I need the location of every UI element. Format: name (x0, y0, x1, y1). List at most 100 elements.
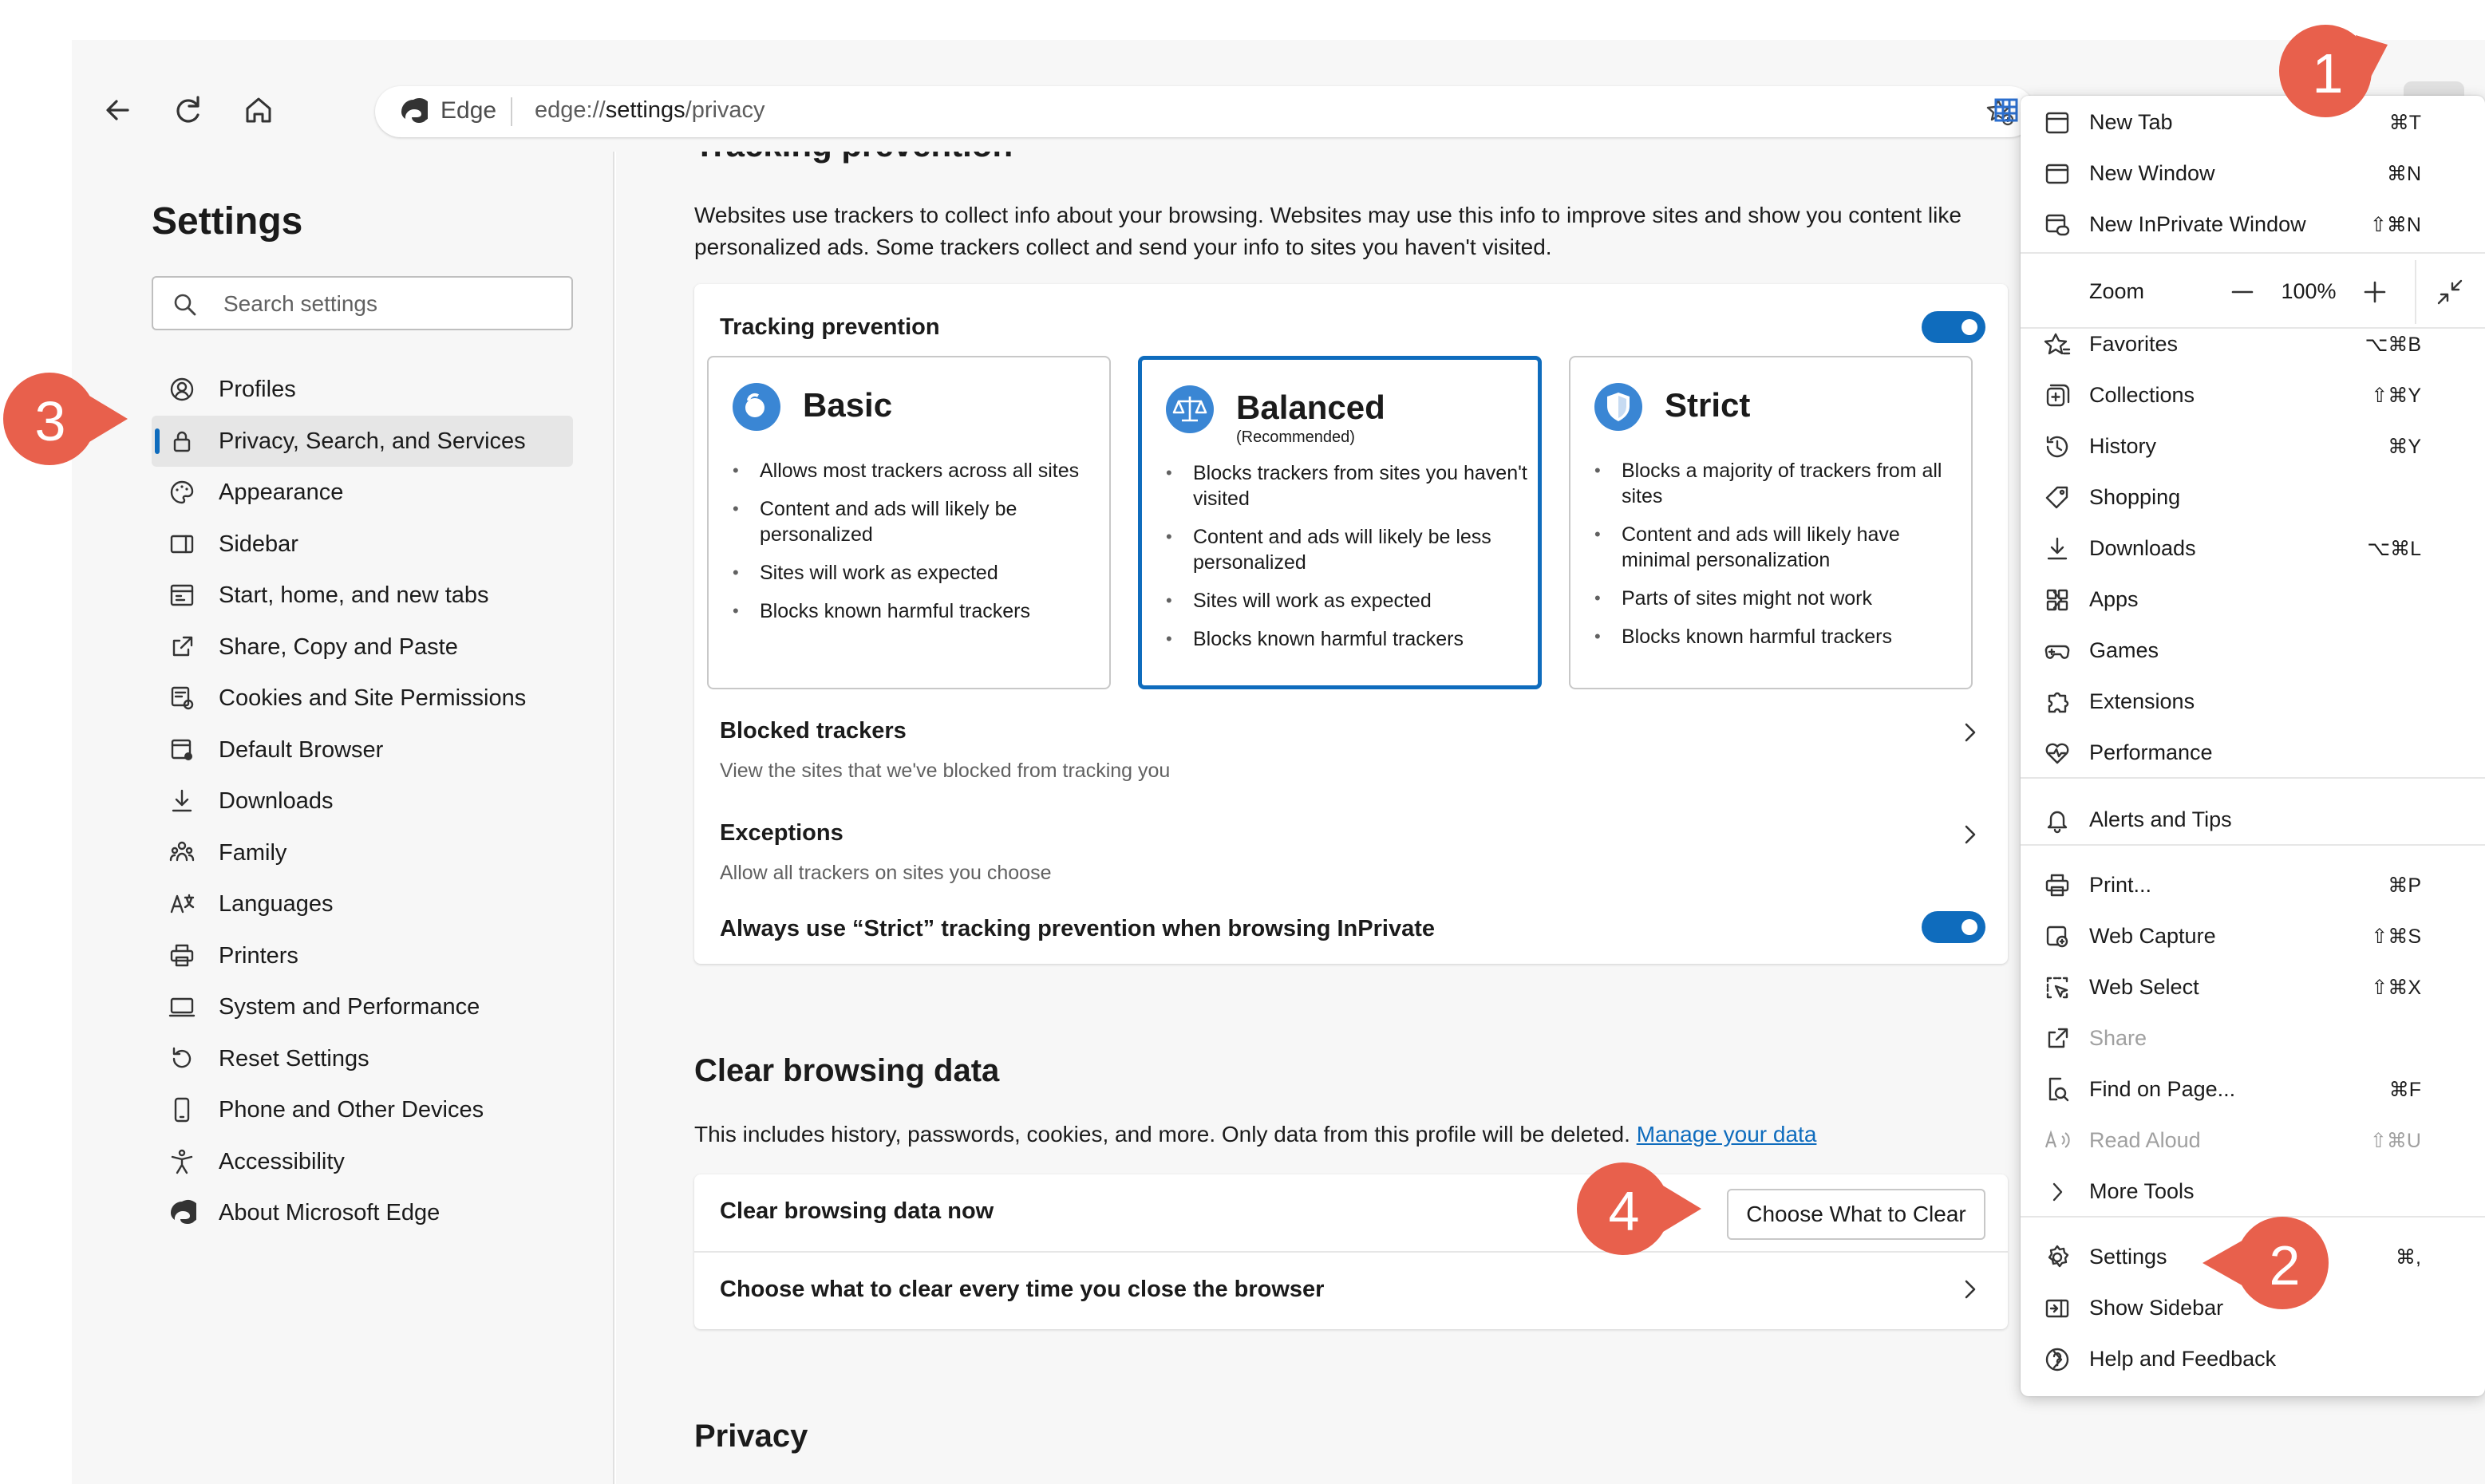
sidebar-item-phone-and-other-devices[interactable]: Phone and Other Devices (152, 1084, 573, 1135)
sidebar-item-label: Printers (219, 942, 298, 969)
clear-on-close-label[interactable]: Choose what to clear every time you clos… (720, 1277, 1324, 1303)
refresh-button[interactable] (166, 88, 211, 132)
chevron-right-icon[interactable] (1955, 820, 1984, 849)
cookies-icon (171, 686, 194, 710)
exceptions-title[interactable]: Exceptions (720, 820, 843, 847)
menu-item-label: Games (2089, 638, 2159, 662)
phone-icon (174, 1097, 190, 1123)
strict-inprivate-toggle[interactable] (1922, 911, 1985, 943)
tracking-level-basic[interactable]: Basic Allows most trackers across all sit… (707, 356, 1111, 689)
tracking-level-strict[interactable]: Strict Blocks a majority of trackers from… (1569, 356, 1973, 689)
sidebar-item-sidebar[interactable]: Sidebar (152, 519, 573, 570)
address-separator (511, 97, 512, 126)
edge-logo-icon (401, 98, 428, 123)
sidebar-item-accessibility[interactable]: Accessibility (152, 1136, 573, 1187)
manage-your-data-link[interactable]: Manage your data (1637, 1122, 1817, 1147)
new-tab-icon (2045, 112, 2069, 134)
level-bullet: Blocks known harmful trackers (1593, 624, 1960, 649)
search-settings-input[interactable] (223, 287, 559, 321)
menu-item-help-and-feedback[interactable]: Help and Feedback (2021, 1334, 2485, 1385)
menu-item-new-tab[interactable]: New Tab ⌘T (2021, 97, 2485, 148)
sidebar-item-label: Privacy, Search, and Services (219, 428, 526, 454)
zoom-out-icon[interactable] (2226, 276, 2258, 308)
menu-item-games[interactable]: Games (2021, 626, 2485, 677)
menu-item-favorites[interactable]: Favorites ⌥⌘B (2021, 319, 2485, 370)
level-bullet-list: Blocks a majority of trackers from all s… (1593, 458, 1960, 662)
menu-item-downloads[interactable]: Downloads ⌥⌘L (2021, 523, 2485, 574)
menu-item-print[interactable]: Print... ⌘P (2021, 860, 2485, 911)
menu-item-extensions[interactable]: Extensions (2021, 677, 2485, 728)
sidebar-item-cookies-and-site-permissions[interactable]: Cookies and Site Permissions (152, 673, 573, 724)
privacy-heading: Privacy (694, 1419, 808, 1454)
inprivate-icon (2045, 214, 2070, 236)
menu-item-shortcut: ⌘F (2388, 1079, 2421, 1101)
level-bullet: Content and ads will likely be personali… (731, 496, 1098, 547)
zoom-in-icon[interactable] (2359, 276, 2391, 308)
tracking-prevention-card: Tracking prevention Basic Allows most tra… (694, 284, 2008, 964)
chevron-right-icon[interactable] (1955, 1275, 1984, 1304)
tracking-prevention-card-title: Tracking prevention (720, 314, 940, 340)
menu-item-new-inprivate-window[interactable]: New InPrivate Window ⇧⌘N (2021, 199, 2485, 251)
sidebar-item-profiles[interactable]: Profiles (152, 364, 573, 415)
full-screen-button[interactable] (2415, 260, 2485, 324)
menu-item-shopping[interactable]: Shopping (2021, 472, 2485, 523)
blocked-trackers-title[interactable]: Blocked trackers (720, 718, 907, 744)
menu-item-shortcut: ⇧⌘X (2371, 977, 2421, 999)
menu-item-label: Alerts and Tips (2089, 807, 2232, 831)
menu-divider (2021, 252, 2485, 254)
tracking-level-balanced[interactable]: Balanced (Recommended) Blocks trackers fro… (1138, 356, 1542, 689)
menu-item-label: Help and Feedback (2089, 1347, 2277, 1371)
home-button[interactable] (236, 88, 281, 132)
back-button[interactable] (96, 88, 140, 132)
sidebar-item-about-microsoft-edge[interactable]: About Microsoft Edge (152, 1187, 573, 1238)
sidebar-item-label: Default Browser (219, 736, 384, 763)
menu-item-alerts-and-tips[interactable]: Alerts and Tips (2021, 795, 2485, 846)
shopping-tag-icon (2045, 486, 2068, 509)
address-brand: Edge (441, 97, 497, 124)
share-icon (172, 636, 193, 656)
show-sidebar-icon (2045, 1299, 2069, 1318)
sidebar-item-label: Sidebar (219, 531, 298, 557)
sidebar-item-label: Family (219, 839, 287, 866)
annotation-badge-3: 3 (0, 359, 128, 479)
menu-item-web-select[interactable]: Web Select ⇧⌘X (2021, 962, 2485, 1013)
tracking-prevention-toggle[interactable] (1922, 311, 1985, 343)
sidebar-item-family[interactable]: Family (152, 827, 573, 878)
printer-icon (2045, 874, 2069, 897)
back-arrow-icon (106, 100, 129, 120)
sidebar-item-label: Profiles (219, 377, 296, 402)
chevron-right-icon[interactable] (1955, 718, 1984, 747)
menu-item-history[interactable]: History ⌘Y (2021, 421, 2485, 472)
sidebar-item-printers[interactable]: Printers (152, 930, 573, 981)
menu-item-collections[interactable]: Collections ⇧⌘Y (2021, 370, 2485, 421)
url-text: edge://settings/privacy (535, 97, 765, 124)
choose-what-to-clear-button[interactable]: Choose What to Clear (1727, 1189, 1985, 1240)
sidebar-item-reset-settings[interactable]: Reset Settings (152, 1033, 573, 1084)
sidebar-item-privacy-search-and-services[interactable]: Privacy, Search, and Services (152, 415, 573, 467)
search-settings-box[interactable] (152, 276, 573, 330)
menu-item-label: Settings (2089, 1245, 2167, 1269)
sidebar-item-start-home-and-new-tabs[interactable]: Start, home, and new tabs (152, 570, 573, 621)
menu-item-web-capture[interactable]: Web Capture ⇧⌘S (2021, 911, 2485, 962)
sidebar-item-label: Cookies and Site Permissions (219, 685, 527, 711)
sidebar-item-system-and-performance[interactable]: System and Performance (152, 981, 573, 1032)
menu-item-read-aloud: Read Aloud ⇧⌘U (2021, 1115, 2485, 1166)
menu-item-new-window[interactable]: New Window ⌘N (2021, 148, 2485, 199)
sidebar-item-default-browser[interactable]: Default Browser (152, 724, 573, 776)
sidebar-item-label: About Microsoft Edge (219, 1200, 441, 1225)
sidebar-item-languages[interactable]: Languages (152, 878, 573, 929)
menu-item-performance[interactable]: Performance (2021, 728, 2485, 779)
sidebar-item-label: Share, Copy and Paste (219, 633, 458, 660)
sidebar-icon (170, 535, 194, 553)
sidebar-item-share-copy-and-paste[interactable]: Share, Copy and Paste (152, 622, 573, 673)
address-bar[interactable]: Edge edge://settings/privacy (375, 86, 2035, 137)
lock-icon (173, 431, 191, 452)
level-bullet: Sites will work as expected (1164, 588, 1531, 614)
menu-item-find-on-page[interactable]: Find on Page... ⌘F (2021, 1064, 2485, 1115)
sidebar-item-downloads[interactable]: Downloads (152, 776, 573, 827)
sidebar-item-appearance[interactable]: Appearance (152, 467, 573, 518)
menu-item-label: Find on Page... (2089, 1077, 2236, 1101)
strict-inprivate-label: Always use “Strict” tracking prevention … (720, 916, 1435, 941)
menu-item-apps[interactable]: Apps (2021, 574, 2485, 626)
zoom-label: Zoom (2089, 279, 2145, 303)
